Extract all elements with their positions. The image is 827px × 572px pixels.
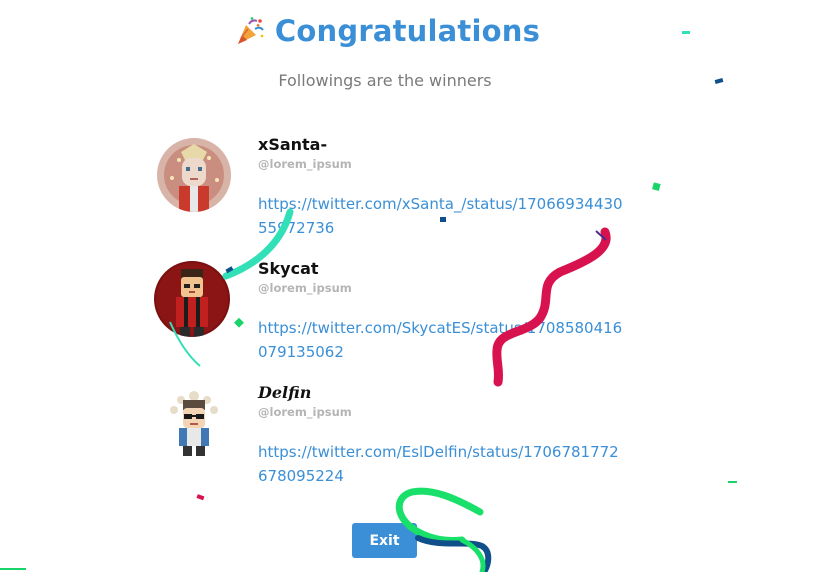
santa-avatar [157,138,231,212]
exit-button[interactable]: Exit [352,523,417,558]
party-popper-icon [237,17,264,44]
header: Congratulations [0,14,775,50]
title-text: Congratulations [274,14,541,48]
skycat-avatar [154,261,230,337]
title: Congratulations [235,14,540,48]
winner-status-link[interactable]: https://twitter.com/EslDelfin/status/170… [258,440,624,488]
winner-status-link[interactable]: https://twitter.com/xSanta_/status/17066… [258,192,624,240]
delfin-avatar [157,386,231,460]
winner-status-link[interactable]: https://twitter.com/SkycatES/status/1708… [258,316,624,364]
winner-handle: @lorem_ipsum [258,281,352,295]
winner-name: xSanta- [258,135,328,154]
winner-name: Delfin [258,383,312,402]
subtitle: Followings are the winners [278,71,492,90]
winner-handle: @lorem_ipsum [258,157,352,171]
winner-name: Skycat [258,259,319,278]
winner-handle: @lorem_ipsum [258,405,352,419]
